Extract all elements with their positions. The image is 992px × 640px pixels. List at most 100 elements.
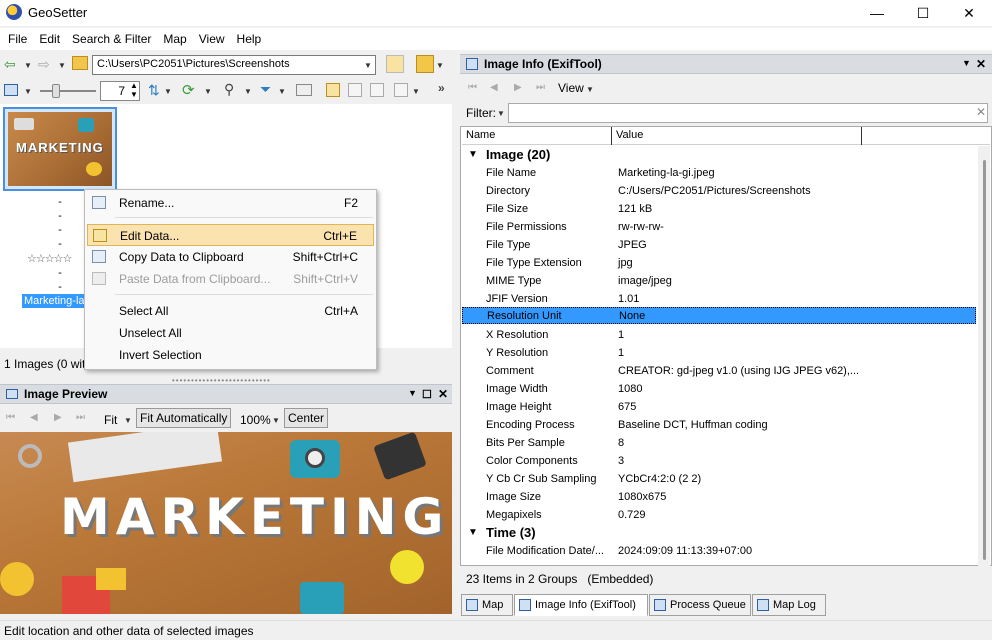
favorites-dropdown-icon[interactable]: ▼ [436,61,444,70]
prev-image-icon[interactable]: ◀ [490,82,498,93]
table-row[interactable]: File Type JPEG [462,236,976,254]
fit-dropdown[interactable]: Fit [104,413,117,427]
maximize-button[interactable]: ☐ [900,0,946,26]
table-row[interactable]: File Type Extension jpg [462,254,976,272]
next-image-icon[interactable]: ▶ [54,412,62,423]
zoom-dropdown[interactable]: 100% [240,413,271,427]
table-row[interactable]: Image Size 1080x675 [462,488,976,506]
table-row[interactable]: Directory C:/Users/PC2051/Pictures/Screen… [462,182,976,200]
view-menu-button[interactable]: View [558,81,584,95]
table-row[interactable]: Y Cb Cr Sub Sampling YCbCr4:2:0 (2 2) [462,470,976,488]
refresh-dropdown-icon[interactable]: ▼ [204,87,212,96]
view-mode-icon[interactable] [4,84,18,96]
zoom-dropdown-icon[interactable]: ▼ [272,416,280,425]
menu-edit-data[interactable]: Edit Data... Ctrl+E [87,224,374,246]
fit-dropdown-icon[interactable]: ▼ [124,416,132,425]
table-row[interactable]: Image Width 1080 [462,380,976,398]
table-row[interactable]: Comment CREATOR: gd-jpeg v1.0 (using IJG … [462,362,976,380]
tab-map-log[interactable]: Map Log [752,594,826,616]
panel-close-icon[interactable]: ✕ [976,57,986,71]
filter-input[interactable] [508,103,988,123]
column-header-value[interactable]: Value [612,127,862,145]
table-row[interactable]: File Size 121 kB [462,200,976,218]
menu-invert-selection[interactable]: Invert Selection [87,344,374,366]
fit-automatically-button[interactable]: Fit Automatically [136,408,232,428]
vertical-splitter[interactable] [452,52,460,618]
menu-unselect-all[interactable]: Unselect All [87,322,374,344]
edit-data-icon[interactable] [296,84,312,96]
table-row[interactable]: File Permissions rw-rw-rw- [462,218,976,236]
panel-menu-icon[interactable]: ▼ [408,388,417,398]
thumbnail-filename-label[interactable]: Marketing-la [22,294,87,308]
table-row[interactable]: Y Resolution 1 [462,344,976,362]
back-dropdown-icon[interactable]: ▼ [24,61,32,70]
thumbnail-size-slider[interactable] [40,90,96,92]
menu-select-all[interactable]: Select All Ctrl+A [87,300,374,322]
path-input[interactable]: C:\Users\PC2051\Pictures\Screenshots [92,55,376,75]
table-row[interactable]: Bits Per Sample 8 [462,434,976,452]
forward-arrow-icon[interactable]: ⇨ [38,56,50,73]
sort-icon[interactable]: ⇅ [148,82,160,99]
prev-image-icon[interactable]: ◀ [30,412,38,423]
tab-process-queue[interactable]: Process Queue [649,594,751,616]
binoculars-icon[interactable]: ⚲ [224,81,234,98]
menu-paste-data[interactable]: Paste Data from Clipboard... Shift+Ctrl+… [87,268,374,290]
menu-edit[interactable]: Edit [33,32,66,46]
menu-copy-data[interactable]: Copy Data to Clipboard Shift+Ctrl+C [87,246,374,268]
table-row[interactable]: X Resolution 1 [462,326,976,344]
table-row[interactable]: Megapixels 0.729 [462,506,976,524]
back-arrow-icon[interactable]: ⇦ [4,56,16,73]
last-image-icon[interactable]: ⏭ [76,412,85,423]
sort-dropdown-icon[interactable]: ▼ [164,87,172,96]
first-image-icon[interactable]: ⏮ [468,82,477,93]
slider-handle[interactable] [52,84,60,98]
menu-file[interactable]: File [2,32,33,46]
favorites-folder-icon[interactable] [416,55,434,73]
table-row[interactable]: Encoding Process Baseline DCT, Huffman co… [462,416,976,434]
duplicate-icon[interactable] [348,83,362,97]
menu-map[interactable]: Map [157,32,192,46]
table-row[interactable]: File Modification Date/... 2024:09:09 11:… [462,542,976,560]
filter-dropdown-icon[interactable]: ▼ [278,87,286,96]
filter-icon[interactable]: ⏷ [260,81,271,98]
menu-search-filter[interactable]: Search & Filter [66,32,157,46]
copy-data-icon[interactable] [326,83,340,97]
view-mode-dropdown-icon[interactable]: ▼ [24,87,32,96]
search-dropdown-icon[interactable]: ▼ [244,87,252,96]
panel-restore-icon[interactable]: ☐ [422,388,432,401]
forward-dropdown-icon[interactable]: ▼ [58,61,66,70]
next-image-icon[interactable]: ▶ [514,82,522,93]
table-row[interactable]: Image Height 675 [462,398,976,416]
stepper-arrows-icon[interactable]: ▲ ▼ [130,81,138,99]
clipboard-dropdown-icon[interactable]: ▼ [412,87,420,96]
clear-filter-icon[interactable]: ✕ [976,105,986,119]
column-header-name[interactable]: Name [462,127,612,145]
scrollbar-thumb[interactable] [983,160,986,560]
minimize-button[interactable]: — [854,0,900,26]
folder-up-icon[interactable] [72,56,88,70]
table-row[interactable]: JFIF Version 1.01 [462,290,976,308]
first-image-icon[interactable]: ⏮ [6,412,15,423]
paste-icon[interactable] [370,83,384,97]
table-row[interactable]: Color Components 3 [462,452,976,470]
refresh-icon[interactable]: ⟳ [182,81,195,99]
path-dropdown-icon[interactable]: ▼ [364,61,372,70]
group-time[interactable]: ▼ Time (3) [462,524,976,542]
menu-help[interactable]: Help [231,32,268,46]
last-image-icon[interactable]: ⏭ [536,82,545,93]
menu-view[interactable]: View [193,32,231,46]
panel-menu-icon[interactable]: ▼ [962,58,971,68]
table-row[interactable]: File Name Marketing-la-gi.jpeg [462,164,976,182]
panel-close-icon[interactable]: ✕ [438,387,448,401]
toolbar-overflow-icon[interactable]: » [438,81,445,95]
clipboard-icon[interactable] [394,83,408,97]
close-button[interactable]: ✕ [946,0,992,26]
tab-image-info[interactable]: Image Info (ExifTool) [514,594,648,616]
folder-tree-icon[interactable] [386,55,404,73]
menu-rename[interactable]: Rename... F2 [87,192,374,214]
center-button[interactable]: Center [284,408,329,428]
table-row[interactable]: MIME Type image/jpeg [462,272,976,290]
filter-dropdown-icon[interactable]: ▼ [497,109,505,118]
view-dropdown-icon[interactable]: ▼ [586,85,594,94]
group-image[interactable]: ▼ Image (20) [462,146,976,164]
